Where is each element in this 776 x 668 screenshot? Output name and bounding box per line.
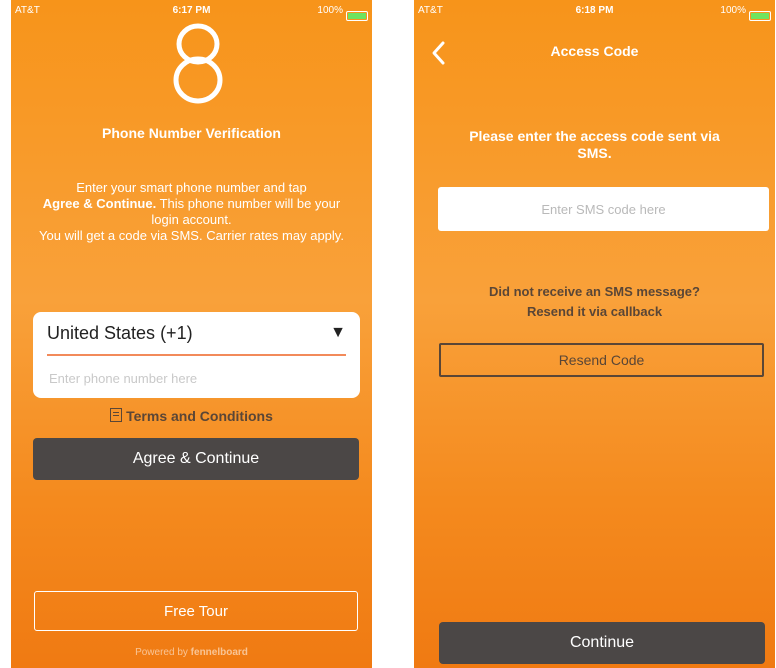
battery-icon <box>749 10 771 21</box>
powered-prefix: Powered by <box>135 647 188 658</box>
terms-label: Terms and Conditions <box>126 408 273 424</box>
country-select-value: United States (+1) <box>47 322 193 343</box>
page-title: Phone Number Verification <box>102 125 281 141</box>
phone-number-input[interactable] <box>47 364 346 392</box>
callback-link[interactable]: Resend it via callback <box>434 302 755 322</box>
caret-down-icon: ▼ <box>330 324 346 341</box>
instruction-line: This phone number will be your login acc… <box>151 196 341 227</box>
instructions-text: Enter your smart phone number and tap Ag… <box>31 180 352 244</box>
battery-status: 100% <box>720 5 771 21</box>
not-received-block: Did not receive an SMS message? Resend i… <box>434 282 755 322</box>
phone-verification-screen: AT&T 6:17 PM 100% Phone Number Verificat… <box>11 0 372 668</box>
access-code-screen: AT&T 6:18 PM 100% Access Code Please ent… <box>414 0 775 668</box>
continue-button[interactable]: Continue <box>439 622 765 664</box>
agree-continue-button[interactable]: Agree & Continue <box>33 438 359 480</box>
page-title: Access Code <box>550 43 639 59</box>
powered-brand: fennelboard <box>190 647 248 658</box>
phone-entry-card: United States (+1) ▼ <box>33 312 360 398</box>
resend-code-button[interactable]: Resend Code <box>439 343 764 377</box>
terms-link[interactable]: Terms and Conditions <box>11 408 372 424</box>
sms-code-input[interactable] <box>438 187 769 231</box>
carrier-label: AT&T <box>15 5 40 16</box>
free-tour-button[interactable]: Free Tour <box>34 591 358 631</box>
battery-icon <box>346 10 368 21</box>
powered-by: Powered by fennelboard <box>11 647 372 658</box>
instruction-line: You will get a code via SMS. Carrier rat… <box>39 228 344 243</box>
sms-prompt: Please enter the access code sent via SM… <box>469 128 720 161</box>
status-bar: AT&T 6:18 PM 100% <box>414 0 775 21</box>
country-select[interactable]: United States (+1) ▼ <box>47 312 346 356</box>
instruction-bold: Agree & Continue. <box>42 196 157 211</box>
instruction-line: Enter your smart phone number and tap <box>76 180 307 195</box>
battery-percent: 100% <box>720 5 746 16</box>
document-icon <box>110 408 123 422</box>
battery-status: 100% <box>317 5 368 21</box>
status-time: 6:17 PM <box>172 5 211 16</box>
eight-logo-icon <box>173 23 223 104</box>
battery-percent: 100% <box>317 5 343 16</box>
status-bar: AT&T 6:17 PM 100% <box>11 0 372 21</box>
status-time: 6:18 PM <box>575 5 614 16</box>
carrier-label: AT&T <box>418 5 443 16</box>
not-received-text: Did not receive an SMS message? <box>489 284 700 299</box>
